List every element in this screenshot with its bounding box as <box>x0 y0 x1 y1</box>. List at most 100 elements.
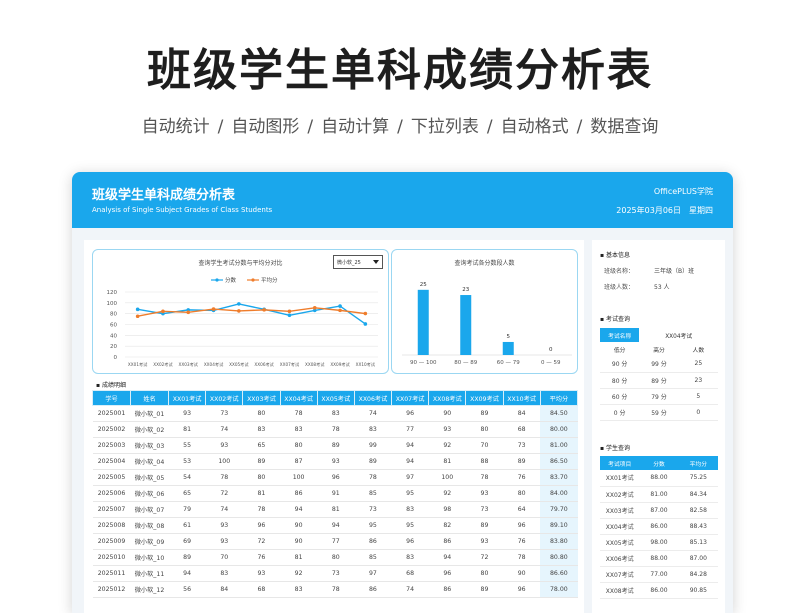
table-cell: 2025006 <box>92 485 131 502</box>
table-cell: 98 <box>428 501 466 518</box>
average-cell: 86.60 <box>540 565 578 582</box>
table-cell: 81 <box>428 453 466 470</box>
column-header: 平均分 <box>539 390 579 406</box>
table-cell: 80 <box>242 469 281 486</box>
student-cell: 87.00 <box>678 550 718 567</box>
table-cell: 80 <box>280 437 318 454</box>
column-header: XX10考试 <box>502 390 541 406</box>
data-point <box>312 305 317 310</box>
table-row: 2025009 微小软_09 69 93 72 90 77 86 96 86 93 76 83.80 <box>92 533 578 550</box>
student-row: XX03考试 87.00 82.58 <box>600 502 718 519</box>
table-cell: 2025002 <box>92 421 131 438</box>
series-line-2 <box>137 307 366 317</box>
table-row: 2025003 微小软_03 55 93 65 80 89 99 94 92 70 73 81.00 <box>92 437 578 454</box>
table-cell: 68 <box>503 421 541 438</box>
exam-cell: 99 分 <box>639 356 679 373</box>
table-cell: 86 <box>354 581 392 598</box>
x-tick-label: 80 — 89 <box>454 360 477 366</box>
feature-separator: / <box>486 117 493 137</box>
table-cell: 84 <box>205 581 243 598</box>
weekday-text: 星期四 <box>689 206 713 215</box>
table-cell: 88 <box>465 453 504 470</box>
exam-field-label: 考试名称 <box>600 328 640 342</box>
table-cell: 2025005 <box>92 469 131 486</box>
basic-info-text: 基本信息 <box>605 252 630 259</box>
table-cell: 89 <box>317 437 355 454</box>
table-cell: 80 <box>242 405 281 422</box>
table-cell: 80 <box>465 421 504 438</box>
table-cell: 94 <box>317 517 355 534</box>
table-cell: 70 <box>205 549 243 566</box>
student-cell: 88.43 <box>678 518 718 535</box>
data-label: 5 <box>507 334 511 340</box>
table-cell: 86 <box>428 581 466 598</box>
table-cell: 83 <box>280 421 318 438</box>
exam-select[interactable]: XX04考试 <box>639 328 718 342</box>
exam-row: 60 分 79 分5 <box>600 388 718 405</box>
student-cell: XX05考试 <box>600 534 640 551</box>
table-cell: 83 <box>317 405 355 422</box>
class-count-value: 53 人 <box>654 284 670 291</box>
student-row: XX07考试 77.00 84.28 <box>600 566 718 583</box>
data-point <box>135 314 140 319</box>
table-cell: 69 <box>168 533 206 550</box>
table-cell: 2025010 <box>92 549 131 566</box>
x-tick-label: XX05考试 <box>229 361 249 368</box>
data-point <box>262 308 266 312</box>
student-row: XX05考试 98.00 85.13 <box>600 534 718 551</box>
table-cell: 93 <box>205 533 243 550</box>
table-cell: 76 <box>242 549 281 566</box>
legend-label: 平均分 <box>261 276 278 284</box>
student-row: XX04考试 86.00 88.43 <box>600 518 718 535</box>
table-cell: 55 <box>168 437 206 454</box>
column-header: XX09考试 <box>465 390 504 406</box>
table-cell: 54 <box>168 469 206 486</box>
report-card: 班级学生单科成绩分析表 Analysis of Single Subject G… <box>72 172 733 613</box>
table-cell: 83 <box>391 501 429 518</box>
class-count-row: 班级人数： 53 人 <box>604 282 670 291</box>
table-cell: 微小软_11 <box>130 565 169 582</box>
column-header: XX07考试 <box>391 390 430 406</box>
x-tick-label: XX04考试 <box>204 361 224 368</box>
feature-separator: / <box>217 117 224 137</box>
table-cell: 83 <box>205 565 243 582</box>
feature-item: 数据查询 <box>590 117 659 137</box>
table-cell: 83 <box>280 581 318 598</box>
exam-cell: 59 分 <box>639 404 679 421</box>
table-cell: 68 <box>242 581 281 598</box>
table-cell: 89 <box>465 581 504 598</box>
exam-cell: 23 <box>678 372 718 389</box>
student-query-text: 学生查询 <box>605 445 630 452</box>
average-cell: 80.00 <box>540 421 578 438</box>
class-count-label: 班级人数： <box>604 284 635 291</box>
exam-cell: 89 分 <box>639 372 679 389</box>
table-cell: 81 <box>168 421 206 438</box>
table-cell: 95 <box>354 517 392 534</box>
student-cell: 88.00 <box>639 550 679 567</box>
table-cell: 2025009 <box>92 533 131 550</box>
column-header: XX08考试 <box>428 390 467 406</box>
table-cell: 83 <box>354 421 392 438</box>
table-row: 2025004 微小软_04 53 100 89 87 93 89 94 81 88 89 86.50 <box>92 453 578 470</box>
student-cell: 98.00 <box>639 534 679 551</box>
data-point <box>363 322 368 326</box>
table-cell: 74 <box>391 581 429 598</box>
exam-row: 0 分 59 分0 <box>600 404 718 421</box>
table-cell: 74 <box>354 405 392 422</box>
table-cell: 73 <box>205 405 243 422</box>
x-tick-label: XX02考试 <box>153 361 173 368</box>
table-cell: 96 <box>317 469 355 486</box>
feature-separator: / <box>576 117 583 137</box>
y-tick-label: 60 <box>110 323 117 329</box>
basic-info-label: ▪ 基本信息 <box>600 252 630 259</box>
score-compare-panel: 查询学生考试分数与平均分对比 微小软_25 0 20 40 60 80 100 120 XX0… <box>92 249 389 374</box>
table-cell: 93 <box>428 421 466 438</box>
table-cell: 96 <box>503 581 541 598</box>
table-cell: 72 <box>242 533 281 550</box>
table-cell: 96 <box>428 565 466 582</box>
table-cell: 97 <box>354 565 392 582</box>
table-cell: 89 <box>168 549 206 566</box>
table-cell: 83 <box>391 549 429 566</box>
column-header: XX05考试 <box>316 390 355 406</box>
table-cell: 78 <box>354 469 392 486</box>
